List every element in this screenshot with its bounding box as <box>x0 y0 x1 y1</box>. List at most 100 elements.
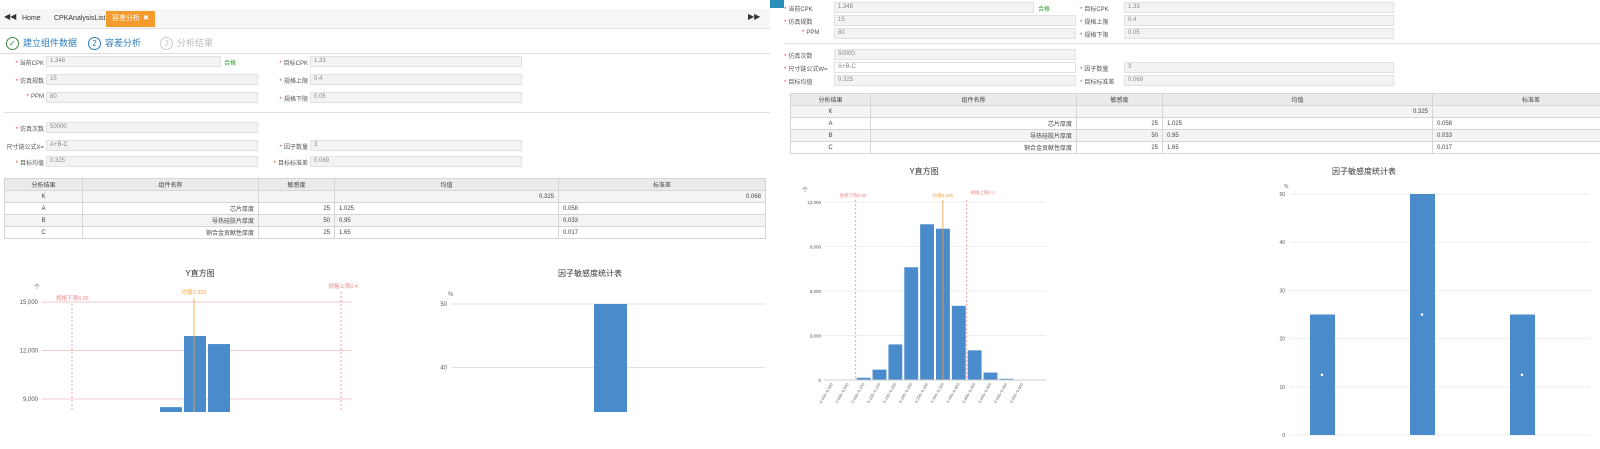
y-tick-label: 50 <box>440 302 447 308</box>
x-tick-label: 0.200~0.250 <box>898 381 914 404</box>
histogram-bar <box>208 344 230 412</box>
y-tick-label: 0 <box>1282 433 1285 439</box>
right-panel: * 当前CPK 1.348 合格 * 目标CPK 1.33 * 仿真规数 15 * 规格… <box>784 0 1600 449</box>
sim-times-field[interactable]: 50000 <box>834 49 1076 60</box>
cell-result: B <box>4 214 83 227</box>
tab-home[interactable]: Home <box>16 11 47 27</box>
lsl-field[interactable]: 0.05 <box>1124 28 1394 39</box>
x-tick-label: 0.450~0.500 <box>977 381 993 404</box>
lsl-label: * 规格下限 <box>1080 33 1109 39</box>
usl-field[interactable]: 0.4 <box>310 74 522 85</box>
cell-result: B <box>790 129 871 142</box>
table-header-row: 分析结果 组件名称 敏感度 均值 标准差 <box>790 93 1600 106</box>
y-tick-label: 3,000 <box>810 334 822 339</box>
sim-times-label: * 仿真次数 <box>15 127 44 133</box>
lsl-label: * 规格下限 <box>279 97 308 103</box>
y-tick-label: 6,000 <box>810 289 822 294</box>
step-tolerance-analysis[interactable]: 2 容差分析 <box>88 35 141 51</box>
histogram-bar <box>904 267 919 380</box>
table-row: K 0.325 0.068 <box>4 190 766 203</box>
usl-field[interactable]: 0.4 <box>1124 15 1394 26</box>
target-mean-field[interactable]: 0.325 <box>834 75 1076 86</box>
cell-sensitivity: 25 <box>258 202 335 215</box>
target-mean-label: * 目标均值 <box>15 161 44 167</box>
sensitivity-bar-b <box>594 304 627 412</box>
cell-name: 导热硅胶片厚度 <box>82 214 259 227</box>
current-cpk-field[interactable]: 1.348 <box>46 56 221 67</box>
cell-mean: 1.025 <box>1162 117 1433 130</box>
tab-tolerance-analysis[interactable]: 容差分析 ✖ <box>106 11 155 27</box>
cell-std: 0.033 <box>558 214 766 227</box>
scroll-left-icon[interactable]: ◀◀ <box>4 12 16 21</box>
tab-label: CPKAnalysisList <box>54 15 106 22</box>
formula-field[interactable]: A+B-C <box>834 62 1076 73</box>
step-analysis-result: 3 分析结果 <box>160 35 213 51</box>
cell-name: 导热硅胶片厚度 <box>870 129 1077 142</box>
hist-chart-title: Y直方图 <box>185 269 215 278</box>
table-row: C 铜合金贡献性厚度 25 1.65 0.017 <box>790 141 1600 154</box>
check-icon: ✓ <box>6 37 19 51</box>
scroll-right-icon[interactable]: ▶▶ <box>748 12 760 21</box>
y-axis-unit: 个 <box>802 187 808 194</box>
cell-result: K <box>4 190 83 203</box>
current-cpk-field[interactable]: 1.348 <box>834 2 1034 13</box>
y-tick-label: 15,000 <box>20 300 39 306</box>
sim-times-field[interactable]: 50000 <box>46 122 258 133</box>
lsl-marker-label: 规格下限0.05 <box>56 294 89 302</box>
target-std-field[interactable]: 0.069 <box>1124 75 1394 86</box>
factor-count-field[interactable]: 3 <box>310 140 522 151</box>
sensitivity-chart-left: % 40 50 <box>440 292 765 412</box>
close-icon[interactable]: ✖ <box>143 15 149 22</box>
ppm-field[interactable]: 80 <box>834 28 1076 39</box>
column-header: 敏感度 <box>258 178 335 191</box>
table-row: A 芯片厚度 25 1.025 0.058 <box>4 202 766 215</box>
target-cpk-field[interactable]: 1.33 <box>1124 2 1394 13</box>
target-std-label: * 目标标准差 <box>273 161 308 167</box>
table-row: K 0.325 0.068 <box>790 105 1600 118</box>
cell-result: K <box>790 105 871 118</box>
bar-mid-dot <box>1420 313 1424 316</box>
formula-label: * 尺寸链公式W= <box>784 67 828 73</box>
target-std-field[interactable]: 0.069 <box>310 156 522 167</box>
ppm-field[interactable]: 80 <box>46 92 258 103</box>
cell-sensitivity <box>258 190 335 203</box>
step-build-data[interactable]: ✓ 建立组件数据 <box>6 35 77 51</box>
lsl-field[interactable]: 0.05 <box>310 92 522 103</box>
target-cpk-field[interactable]: 1.33 <box>310 56 522 67</box>
column-header: 分析结果 <box>790 93 871 106</box>
formula-field[interactable]: A+B-C <box>46 140 258 151</box>
mean-marker-label: 均值0.325 <box>933 192 954 199</box>
x-tick-label: -0.050~0.000 <box>818 381 835 405</box>
table-row: B 导热硅胶片厚度 50 0.95 0.033 <box>4 214 766 227</box>
cell-std: 0.058 <box>1432 117 1600 130</box>
y-tick-label: 50 <box>1279 192 1285 198</box>
left-panel: ◀◀ Home CPKAnalysisList ✖ 容差分析✖ ▶▶ ✓ 建立组件数… <box>0 0 770 449</box>
y-tick-label: 12,000 <box>20 349 39 355</box>
x-tick-label: 0.350~0.400 <box>945 381 961 404</box>
sim-spec-field[interactable]: 15 <box>46 74 258 85</box>
x-tick-label: 0.100~0.150 <box>866 381 882 404</box>
histogram-bar <box>872 369 887 380</box>
cell-sensitivity: 25 <box>1076 117 1163 130</box>
cell-mean: 0.325 <box>334 190 559 203</box>
cell-std: 0.058 <box>558 202 766 215</box>
x-tick-label: 0.000~0.050 <box>834 381 850 404</box>
sim-spec-field[interactable]: 15 <box>834 15 1076 26</box>
sensitivity-chart-right: % 0 10 20 30 40 50 <box>1279 184 1590 439</box>
cell-std: 0.068 <box>558 190 766 203</box>
ppm-label: * PPM <box>26 94 44 100</box>
usl-marker-label: 规格上限0.4 <box>970 189 995 196</box>
cell-name: 芯片厚度 <box>870 117 1077 130</box>
histogram-bar <box>920 224 934 380</box>
bar-mid-dot <box>1520 373 1524 377</box>
cell-mean: 1.025 <box>334 202 559 215</box>
target-mean-field[interactable]: 0.325 <box>46 156 258 167</box>
factor-count-field[interactable]: 3 <box>1124 62 1394 73</box>
analysis-result-table: 分析结果 组件名称 敏感度 均值 标准差 K 0.325 0.068 A 芯片厚… <box>790 93 1600 154</box>
cell-std: 0.017 <box>558 226 766 239</box>
cell-sensitivity: 25 <box>1076 141 1163 154</box>
step-number: 3 <box>160 37 173 51</box>
y-axis-unit: 个 <box>34 284 40 291</box>
table-row: A 芯片厚度 25 1.025 0.058 <box>790 117 1600 130</box>
analysis-result-table: 分析结果 组件名称 敏感度 均值 标准差 K 0.325 0.068 A 芯片厚… <box>4 178 766 239</box>
